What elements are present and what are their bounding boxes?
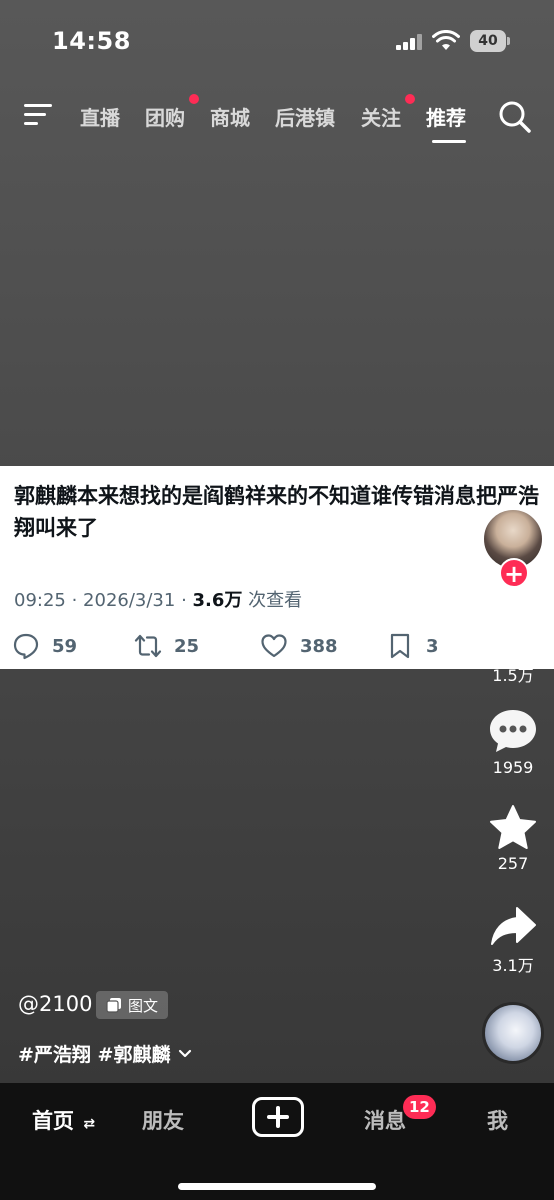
top-nav: 直播 团购 商城 后港镇 关注 推荐 xyxy=(0,88,554,148)
wifi-icon xyxy=(432,30,460,50)
post-views: 3.6万 xyxy=(192,590,243,611)
nav-home-label: 首页 xyxy=(32,1109,74,1133)
post-text: 郭麒麟本来想找的是阎鹤祥来的不知道谁传错消息把严浩翔叫来了 xyxy=(14,484,539,540)
status-time: 14:58 xyxy=(52,27,131,55)
battery-cap xyxy=(507,37,510,45)
like-count-side: 1.5万 xyxy=(492,666,534,685)
like-count: 388 xyxy=(300,635,338,657)
messages-badge: 12 xyxy=(403,1095,436,1119)
tab-mall[interactable]: 商城 xyxy=(210,102,250,131)
reply-count: 59 xyxy=(52,635,78,657)
create-plus-button[interactable] xyxy=(252,1097,304,1137)
heart-icon xyxy=(490,614,536,656)
status-bar: 14:58 40 xyxy=(0,0,554,80)
menu-icon[interactable] xyxy=(24,102,54,128)
post-time: 09:25 xyxy=(14,590,66,611)
bottom-nav: 首页 ⇄ 朋友 消息 12 我 xyxy=(0,1083,554,1200)
share-count-side: 3.1万 xyxy=(492,956,534,975)
retweet-action[interactable]: 25 xyxy=(134,631,199,661)
favorite-count-side: 257 xyxy=(497,854,529,873)
post-date: 2026/3/31 xyxy=(83,590,176,611)
follow-plus-button[interactable]: + xyxy=(499,558,529,588)
post-meta: 09:25 · 2026/3/31 · 3.6万 次查看 xyxy=(14,590,303,611)
comment-button[interactable]: 1959 xyxy=(482,708,544,777)
share-icon xyxy=(491,907,536,945)
nav-friends[interactable]: 朋友 xyxy=(142,1105,184,1135)
tab-live[interactable]: 直播 xyxy=(80,102,120,131)
tab-group-buy[interactable]: 团购 xyxy=(145,102,185,131)
active-tab-indicator xyxy=(432,140,466,143)
reply-icon xyxy=(13,633,39,660)
nav-me[interactable]: 我 xyxy=(487,1105,508,1135)
bookmark-count: 3 xyxy=(426,635,439,657)
home-indicator xyxy=(178,1183,376,1190)
chevron-down-icon[interactable] xyxy=(178,1049,192,1059)
bookmark-icon xyxy=(390,633,410,659)
post-actions: 59 25 388 3 xyxy=(12,631,452,661)
post-views-suffix: 次查看 xyxy=(248,590,303,611)
heart-outline-icon xyxy=(261,634,287,658)
retweet-icon xyxy=(134,634,162,658)
star-icon xyxy=(490,805,536,849)
hashtags[interactable]: #严浩翔 #郭麒麟 xyxy=(18,1040,192,1067)
refresh-swap-icon: ⇄ xyxy=(83,1116,96,1132)
post-type-badge: 图文 xyxy=(96,991,169,1019)
group-buy-dot xyxy=(189,94,199,104)
following-dot xyxy=(405,94,415,104)
share-button[interactable]: 3.1万 xyxy=(482,906,544,976)
favorite-button[interactable]: 257 xyxy=(482,804,544,873)
image-text-icon xyxy=(106,998,121,1013)
tab-following[interactable]: 关注 xyxy=(361,102,401,131)
battery-indicator: 40 xyxy=(470,30,506,52)
nav-home[interactable]: 首页 ⇄ xyxy=(32,1105,95,1135)
nav-messages[interactable]: 消息 xyxy=(364,1105,406,1135)
music-disc[interactable] xyxy=(482,1002,544,1064)
like-action[interactable]: 388 xyxy=(260,631,338,661)
like-button[interactable]: 1.5万 xyxy=(482,612,544,686)
comment-icon xyxy=(490,710,536,752)
tab-local[interactable]: 后港镇 xyxy=(275,102,335,131)
hashtag-text[interactable]: #严浩翔 #郭麒麟 xyxy=(18,1040,170,1067)
cellular-signal-icon xyxy=(396,34,422,50)
author-handle[interactable]: @2100 xyxy=(18,992,92,1016)
search-icon[interactable] xyxy=(498,100,532,134)
post-type-label: 图文 xyxy=(128,996,159,1015)
retweet-count: 25 xyxy=(174,635,200,657)
post-card[interactable]: 郭麒麟本来想找的是阎鹤祥来的不知道谁传错消息把严浩翔叫来了 09:25 · 20… xyxy=(0,466,554,669)
reply-action[interactable]: 59 xyxy=(12,631,77,661)
bookmark-action[interactable]: 3 xyxy=(386,631,439,661)
tab-recommended[interactable]: 推荐 xyxy=(426,102,466,131)
comment-count-side: 1959 xyxy=(492,758,534,777)
